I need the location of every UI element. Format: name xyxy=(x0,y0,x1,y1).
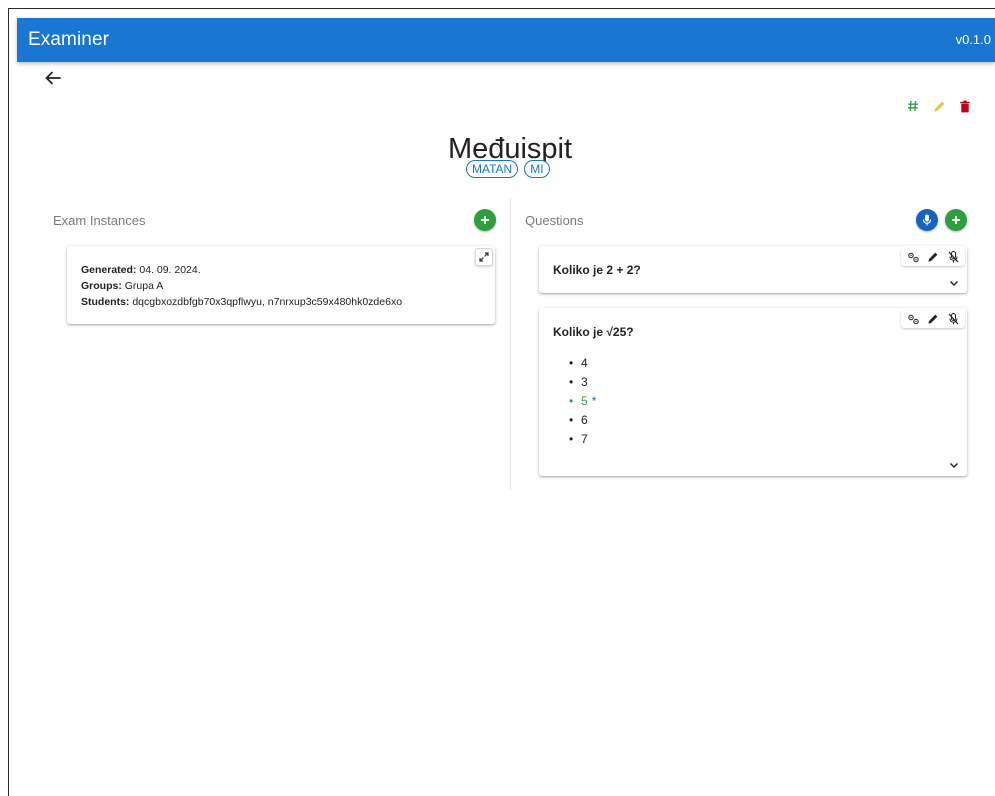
expand-icon xyxy=(479,252,489,262)
question-card[interactable]: Koliko je √25? • 4 • 3 • 5 * • 6 • 7 xyxy=(539,308,967,476)
cogs-icon xyxy=(907,252,919,262)
pencil-icon xyxy=(934,101,944,111)
microphone-icon xyxy=(922,214,932,226)
trash-icon xyxy=(960,100,970,112)
questions-section-label: Questions xyxy=(525,213,584,228)
exam-actions xyxy=(905,97,973,115)
students-value: dqcgbxozdbfgb70x3qpflwyu, n7nrxup3c59x48… xyxy=(129,296,403,308)
add-instance-button[interactable] xyxy=(474,209,496,231)
edit-question-button[interactable] xyxy=(925,311,941,327)
chevron-down-icon xyxy=(950,280,958,286)
answer-text: 5 xyxy=(581,394,588,408)
instance-generated: Generated: 04. 09. 2024. xyxy=(81,264,201,276)
groups-label: Groups: xyxy=(81,280,122,292)
plus-icon xyxy=(481,216,489,224)
question-settings-button[interactable] xyxy=(905,311,921,327)
microphone-button[interactable] xyxy=(916,209,938,231)
cogs-icon xyxy=(907,314,919,324)
hash-icon xyxy=(908,100,918,112)
plus-icon xyxy=(952,216,960,224)
add-question-button[interactable] xyxy=(945,209,967,231)
expand-instance-button[interactable] xyxy=(475,248,493,266)
correct-answer-marker: * xyxy=(591,394,597,408)
groups-value: Grupa A xyxy=(121,280,164,292)
question-toolbar xyxy=(901,310,965,328)
answer-item: • 6 xyxy=(569,413,588,427)
pencil-icon xyxy=(928,314,938,324)
answer-item: • 7 xyxy=(569,432,588,446)
pencil-icon xyxy=(928,252,938,262)
app-version: v0.1.0 xyxy=(955,32,991,47)
microphone-off-icon xyxy=(948,313,958,325)
chevron-down-icon xyxy=(950,462,958,468)
exam-number-button[interactable] xyxy=(905,98,921,114)
answer-text: 4 xyxy=(581,356,588,370)
answer-list: • 4 • 3 • 5 * • 6 • 7 xyxy=(569,354,596,449)
answer-text: 6 xyxy=(581,413,588,427)
exam-instance-card[interactable]: Generated: 04. 09. 2024. Groups: Grupa A… xyxy=(67,246,495,324)
instance-students: Students: dqcgbxozdbfgb70x3qpflwyu, n7nr… xyxy=(81,296,402,308)
expand-question-button[interactable] xyxy=(947,277,961,289)
generated-label: Generated: xyxy=(81,264,137,276)
column-divider xyxy=(510,198,511,490)
answer-item: • 4 xyxy=(569,356,588,370)
answer-text: 7 xyxy=(581,432,588,446)
delete-exam-button[interactable] xyxy=(957,98,973,114)
app-header: Examiner v0.1.0 xyxy=(17,18,995,62)
question-settings-button[interactable] xyxy=(905,249,921,265)
answer-item: • 3 xyxy=(569,375,588,389)
question-text: Koliko je √25? xyxy=(553,325,634,339)
instances-section-label: Exam Instances xyxy=(53,213,146,228)
microphone-off-button[interactable] xyxy=(945,249,961,265)
question-toolbar xyxy=(901,248,965,266)
tag-chip[interactable]: MI xyxy=(524,160,550,178)
generated-value: 04. 09. 2024. xyxy=(136,264,201,276)
edit-question-button[interactable] xyxy=(925,249,941,265)
arrow-left-icon xyxy=(45,71,61,85)
correct-answer-item: • 5 * xyxy=(569,394,597,408)
instance-groups: Groups: Grupa A xyxy=(81,280,163,292)
microphone-off-icon xyxy=(948,251,958,263)
question-card[interactable]: Koliko je 2 + 2? xyxy=(539,246,967,293)
tag-list: MATAN MI xyxy=(466,160,550,178)
expand-question-button[interactable] xyxy=(947,459,961,471)
microphone-off-button[interactable] xyxy=(945,311,961,327)
edit-exam-button[interactable] xyxy=(931,98,947,114)
students-label: Students: xyxy=(81,296,130,308)
back-button[interactable] xyxy=(42,68,64,88)
app-title: Examiner xyxy=(28,29,110,50)
question-text: Koliko je 2 + 2? xyxy=(553,263,641,277)
tag-chip[interactable]: MATAN xyxy=(466,160,519,178)
answer-text: 3 xyxy=(581,375,588,389)
